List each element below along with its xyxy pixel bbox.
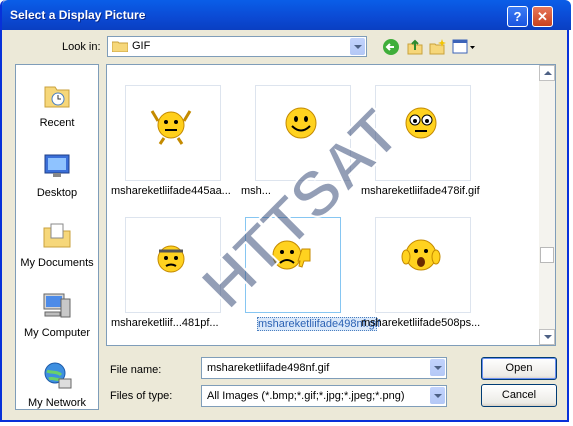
smiley-thumbs-down-icon xyxy=(272,240,311,270)
file-item[interactable]: mshareketliifade508ps... xyxy=(361,205,480,335)
open-button[interactable]: Open xyxy=(481,357,557,380)
file-name-label: mshareketliif...481pf... xyxy=(111,317,219,329)
recent-icon xyxy=(44,86,70,108)
place-my-computer[interactable]: My Computer xyxy=(16,281,98,351)
file-name-value: mshareketliifade498nf.gif xyxy=(207,362,330,374)
dialog-window: Select a Display Picture ? ✕ Look in: GI… xyxy=(0,0,571,422)
scroll-up-icon[interactable] xyxy=(539,65,555,81)
file-name-label: mshareketliifade445aa... xyxy=(111,185,231,197)
help-button[interactable]: ? xyxy=(507,6,528,27)
place-desktop[interactable]: Desktop xyxy=(16,141,98,211)
close-button[interactable]: ✕ xyxy=(532,6,553,27)
folder-icon xyxy=(112,41,128,52)
title-bar[interactable]: Select a Display Picture ? ✕ xyxy=(2,0,571,30)
file-name-label: msh... xyxy=(241,185,271,197)
desktop-icon xyxy=(44,154,70,177)
smiley-stretch-icon xyxy=(150,110,192,145)
place-label: Desktop xyxy=(36,187,78,199)
file-item[interactable]: mshareketliifade478if.gif xyxy=(361,73,480,203)
smiley-scared-icon xyxy=(401,239,441,271)
place-recent[interactable]: Recent xyxy=(16,71,98,141)
smiley-annoyed-icon xyxy=(405,107,437,139)
smiley-sick-icon xyxy=(157,245,185,273)
place-label: My Network xyxy=(27,397,87,409)
file-name-combobox[interactable]: mshareketliifade498nf.gif xyxy=(201,357,447,379)
scroll-down-icon[interactable] xyxy=(539,329,555,345)
places-bar: Recent Desktop My Documents My Computer … xyxy=(15,64,99,410)
file-name-label: mshareketliifade478if.gif xyxy=(361,185,480,197)
my-network-icon xyxy=(44,362,72,389)
up-folder-icon[interactable] xyxy=(406,38,424,56)
look-in-value: GIF xyxy=(132,40,151,52)
my-computer-icon xyxy=(43,293,71,318)
chevron-down-icon[interactable] xyxy=(430,359,445,376)
my-documents-icon xyxy=(43,223,71,248)
smiley-happy-icon xyxy=(285,107,317,139)
file-item-selected[interactable]: mshareketliifade498nf.gif xyxy=(231,205,380,335)
look-in-label: Look in: xyxy=(62,41,101,53)
file-item[interactable]: mshareketliifade445aa... xyxy=(111,73,231,203)
scroll-thumb[interactable] xyxy=(540,247,554,263)
file-name-label: File name: xyxy=(110,364,162,376)
file-type-select[interactable]: All Images (*.bmp;*.gif;*.jpg;*.jpeg;*.p… xyxy=(201,385,447,407)
file-type-label: Files of type: xyxy=(110,390,173,402)
vertical-scrollbar[interactable] xyxy=(539,65,555,345)
place-label: My Computer xyxy=(23,327,91,339)
chevron-down-icon[interactable] xyxy=(350,38,365,55)
look-in-dropdown[interactable]: GIF xyxy=(107,36,367,57)
file-item[interactable]: mshareketliif...481pf... xyxy=(111,205,229,335)
new-folder-icon[interactable] xyxy=(429,38,447,56)
file-item[interactable]: msh... xyxy=(241,73,359,203)
chevron-down-icon[interactable] xyxy=(430,387,445,404)
place-my-network[interactable]: My Network xyxy=(16,351,98,421)
place-label: Recent xyxy=(39,117,75,129)
window-title: Select a Display Picture xyxy=(10,8,146,22)
file-type-value: All Images (*.bmp;*.gif;*.jpg;*.jpeg;*.p… xyxy=(207,390,405,402)
file-name-label: mshareketliifade508ps... xyxy=(361,317,481,329)
view-menu-icon[interactable] xyxy=(452,38,476,56)
place-label: My Documents xyxy=(20,257,94,269)
cancel-button[interactable]: Cancel xyxy=(481,384,557,407)
back-icon[interactable] xyxy=(382,38,400,56)
file-name-label: mshareketliifade498nf.gif xyxy=(257,317,381,331)
file-list[interactable]: mshareketliifade445aa... msh... mshareke… xyxy=(106,64,556,346)
place-my-documents[interactable]: My Documents xyxy=(16,211,98,281)
